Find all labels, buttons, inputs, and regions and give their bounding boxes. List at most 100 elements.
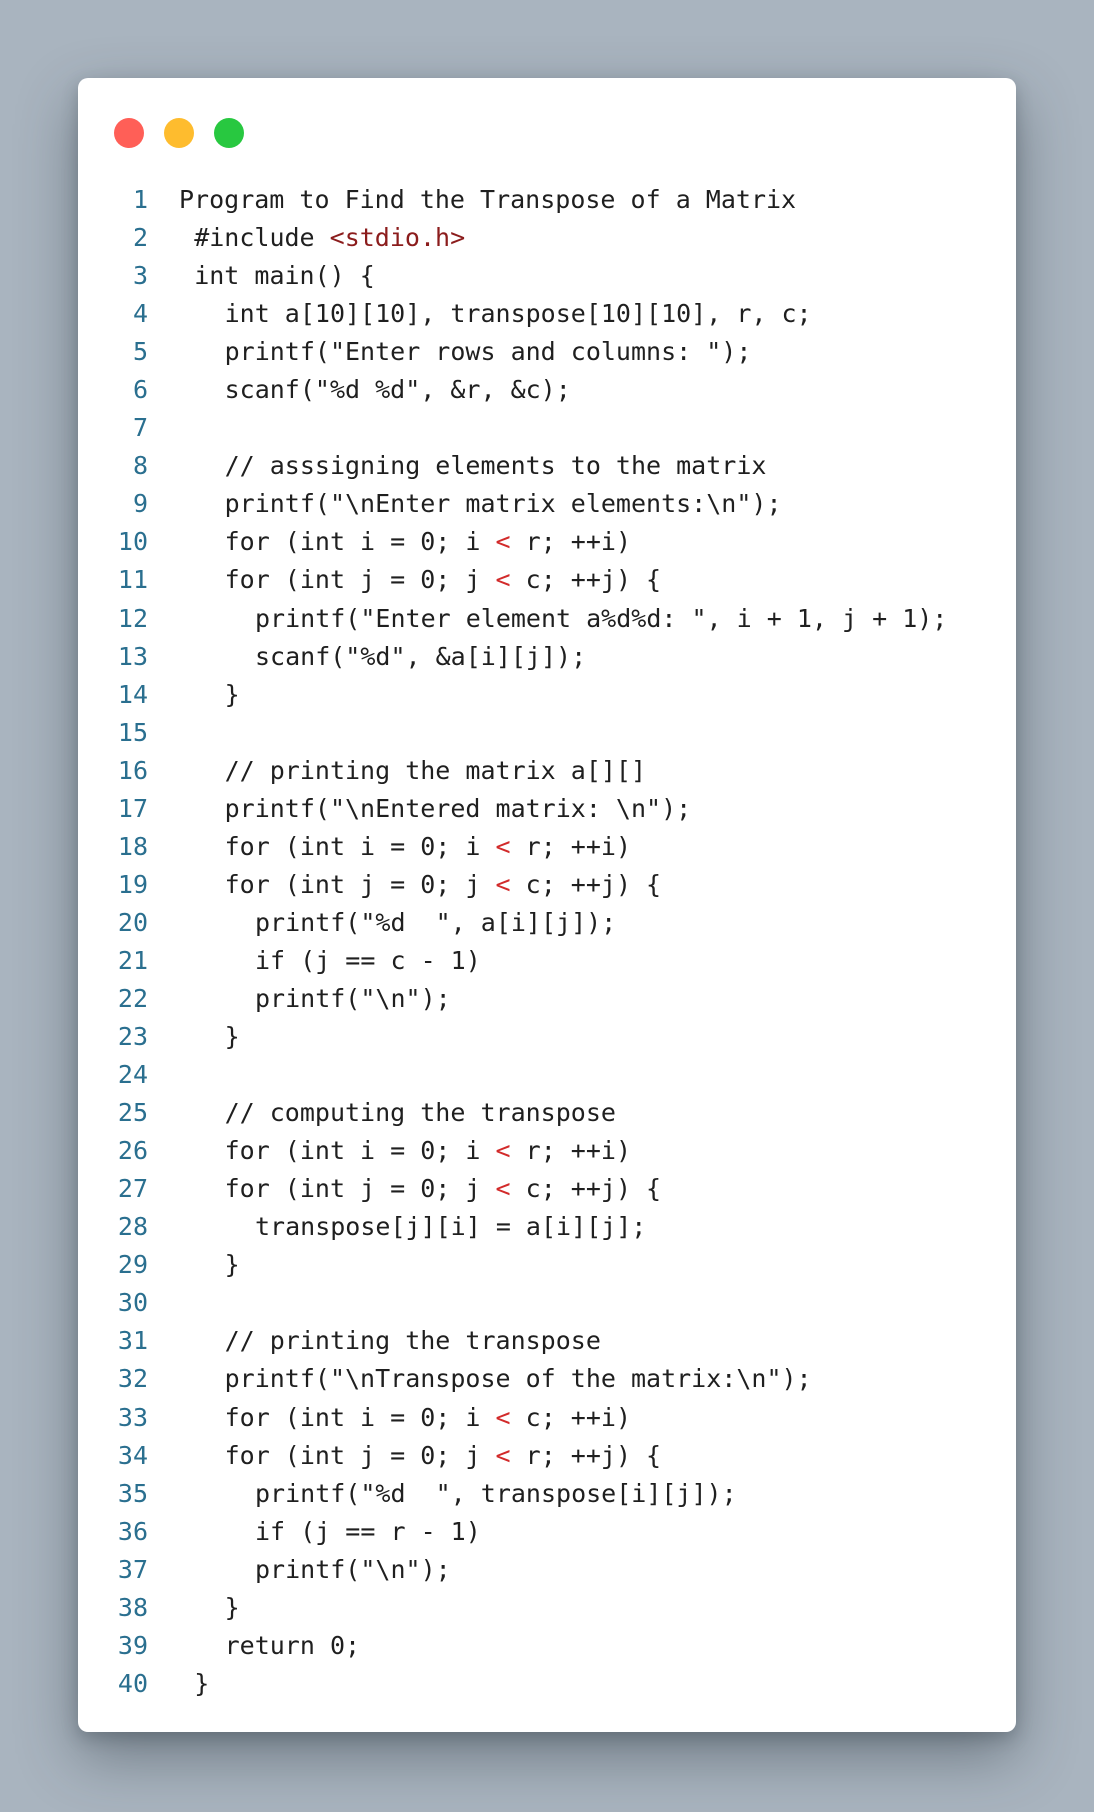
code-line: 40} (78, 1665, 1016, 1703)
code-line: 16 // printing the matrix a[][] (78, 752, 1016, 790)
code-line: 17 printf("\nEntered matrix: \n"); (78, 790, 1016, 828)
code-line: 8 // asssigning elements to the matrix (78, 447, 1016, 485)
code-line: 29} (78, 1246, 1016, 1284)
code-token: for (int i = 0; i (224, 1402, 496, 1432)
code-line: 30 (78, 1284, 1016, 1322)
code-text: printf("Enter rows and columns: "); (225, 333, 752, 371)
code-token: for (int j = 0; j (224, 869, 496, 899)
code-line: 7 (78, 409, 1016, 447)
code-token: for (int i = 0; i (224, 1136, 496, 1166)
operator-token: < (495, 1136, 511, 1166)
code-text: for (int i = 0; i < r; ++i) (225, 828, 631, 866)
code-token: c; ++i) (510, 1402, 632, 1432)
line-number: 8 (132, 451, 148, 481)
line-number: 37 (117, 1554, 148, 1584)
code-text: if (j == c - 1) (255, 942, 481, 980)
line-number: 2 (132, 223, 148, 253)
line-number: 10 (117, 527, 148, 557)
code-line: 33 for (int i = 0; i < c; ++i) (78, 1399, 1016, 1437)
code-token: } (224, 1022, 240, 1052)
code-token: printf("\n"); (255, 983, 451, 1013)
code-token: printf("\nEntered matrix: \n"); (224, 793, 692, 823)
code-line: 11 for (int j = 0; j < c; ++j) { (78, 561, 1016, 599)
operator-token: < (495, 565, 511, 595)
operator-token: < (495, 869, 511, 899)
code-line: 34 for (int j = 0; j < r; ++j) { (78, 1437, 1016, 1475)
code-line: 38} (78, 1589, 1016, 1627)
code-line: 3 int main() { (78, 257, 1016, 295)
line-number: 34 (117, 1440, 148, 1470)
line-number: 25 (117, 1098, 148, 1128)
code-text: transpose[j][i] = a[i][j]; (255, 1208, 646, 1246)
code-token: if (j == r - 1) (255, 1516, 481, 1546)
line-number: 11 (117, 565, 148, 595)
code-token: c; ++j) { (510, 1174, 662, 1204)
line-number: 16 (117, 755, 148, 785)
code-token: // computing the transpose (224, 1098, 616, 1128)
operator-token: < (495, 831, 511, 861)
code-text: Program to Find the Transpose of a Matri… (179, 181, 796, 219)
line-number: 7 (132, 413, 148, 443)
code-text: printf("\nEntered matrix: \n"); (225, 790, 692, 828)
code-line: 20 printf("%d ", a[i][j]); (78, 904, 1016, 942)
code-text: } (225, 1018, 240, 1056)
code-token: for (int j = 0; j (224, 1174, 496, 1204)
code-line: 23} (78, 1018, 1016, 1056)
code-token: scanf("%d %d", &r, &c); (224, 375, 571, 405)
code-token: Program to Find the Transpose of a Matri… (179, 185, 797, 214)
code-line: 4 int a[10][10], transpose[10][10], r, c; (78, 295, 1016, 333)
code-line: 32 printf("\nTranspose of the matrix:\n")… (78, 1360, 1016, 1398)
code-token: printf("Enter rows and columns: "); (224, 337, 752, 367)
code-text: // asssigning elements to the matrix (225, 447, 767, 485)
line-number: 3 (132, 261, 148, 291)
maximize-button[interactable] (214, 118, 244, 148)
code-token: } (224, 679, 240, 709)
code-token: printf("\n"); (255, 1554, 451, 1584)
line-number: 5 (132, 337, 148, 367)
code-text: for (int j = 0; j < c; ++j) { (225, 1170, 662, 1208)
code-line: 24 (78, 1056, 1016, 1094)
code-token: // printing the matrix a[][] (224, 755, 647, 785)
code-text: printf("\nTranspose of the matrix:\n"); (225, 1360, 812, 1398)
line-number: 20 (117, 907, 148, 937)
code-text: // printing the transpose (225, 1322, 601, 1360)
code-line: 12 printf("Enter element a%d%d: ", i + 1,… (78, 600, 1016, 638)
line-number: 30 (117, 1288, 148, 1318)
code-token: } (224, 1250, 240, 1280)
header-token: <stdio.h> (329, 223, 466, 253)
code-line: 37 printf("\n"); (78, 1551, 1016, 1589)
line-number: 4 (132, 299, 148, 329)
code-text: scanf("%d", &a[i][j]); (255, 638, 586, 676)
code-token: return 0; (224, 1630, 361, 1660)
operator-token: < (495, 1440, 511, 1470)
code-line: 26 for (int i = 0; i < r; ++i) (78, 1132, 1016, 1170)
code-text: for (int j = 0; j < r; ++j) { (225, 1437, 662, 1475)
code-token: #include (194, 223, 330, 253)
line-number: 39 (117, 1630, 148, 1660)
code-window: 1 Program to Find the Transpose of a Matr… (78, 78, 1016, 1732)
line-number: 12 (117, 603, 148, 633)
code-token: printf("%d ", a[i][j]); (255, 907, 617, 937)
code-line: 35 printf("%d ", transpose[i][j]); (78, 1475, 1016, 1513)
code-token: } (194, 1668, 210, 1698)
code-text: int main() { (194, 257, 375, 295)
minimize-button[interactable] (164, 118, 194, 148)
line-number: 27 (117, 1174, 148, 1204)
code-token: for (int i = 0; i (224, 831, 496, 861)
code-text: } (194, 1665, 209, 1703)
line-number: 31 (117, 1326, 148, 1356)
code-text: if (j == r - 1) (255, 1513, 481, 1551)
code-text: printf("\n"); (255, 1551, 451, 1589)
code-text: for (int i = 0; i < r; ++i) (225, 523, 631, 561)
code-token: for (int j = 0; j (224, 565, 496, 595)
code-token: r; ++i) (510, 1136, 632, 1166)
code-token: int a[10][10], transpose[10][10], r, c; (224, 299, 812, 329)
line-number: 1 (132, 185, 148, 214)
code-token: printf("\nEnter matrix elements:\n"); (224, 489, 782, 519)
code-text: // computing the transpose (225, 1094, 616, 1132)
line-number: 18 (117, 831, 148, 861)
close-button[interactable] (114, 118, 144, 148)
code-token: printf("\nTranspose of the matrix:\n"); (224, 1364, 812, 1394)
code-line: 25 // computing the transpose (78, 1094, 1016, 1132)
code-line: 28 transpose[j][i] = a[i][j]; (78, 1208, 1016, 1246)
